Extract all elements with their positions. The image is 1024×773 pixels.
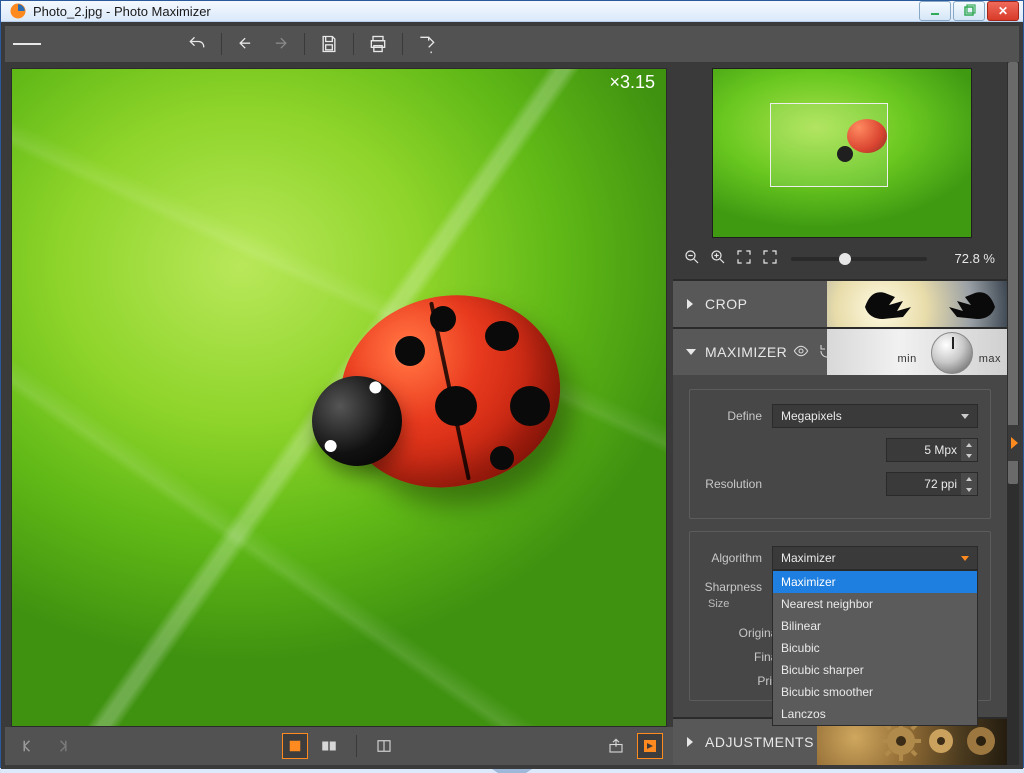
visibility-icon[interactable] [820,733,836,752]
maximizer-dial[interactable] [931,332,973,374]
crop-hand-right-icon [937,287,997,321]
side-expand-tab[interactable] [1008,425,1020,461]
algo-option-bicubic[interactable]: Bicubic [773,637,977,659]
titlebar[interactable]: Photo_2.jpg - Photo Maximizer ✕ [1,1,1023,22]
zoom-slider[interactable] [791,257,927,261]
algo-option-bilinear[interactable]: Bilinear [773,615,977,637]
section-crop-title: CROP [705,296,747,312]
photo [11,68,667,727]
algo-option-bicubic-smoother[interactable]: Bicubic smoother [773,681,977,703]
split-view-button[interactable] [371,733,397,759]
resize-grip[interactable] [1,769,1023,773]
reset-icon[interactable] [819,343,835,362]
print-button[interactable] [364,30,392,58]
gear-icon [921,721,961,761]
gear-icon [961,721,1001,761]
visibility-icon[interactable] [793,343,809,362]
size-label: Size [708,598,729,610]
section-crop-header[interactable]: CROP [673,281,1007,327]
algo-option-bicubic-sharper[interactable]: Bicubic sharper [773,659,977,681]
max-label: max [979,353,1001,365]
algorithm-label: Algorithm [702,551,772,565]
chevron-right-icon [687,737,693,747]
navigator-preview[interactable] [673,62,1007,238]
navigator-selection[interactable] [770,103,889,187]
algo-option-nearest[interactable]: Nearest neighbor [773,593,977,615]
side-scrollbar[interactable] [1007,62,1019,765]
algorithm-select[interactable]: Maximizer [772,546,978,570]
zoom-factor-label: ×3.15 [609,72,655,93]
megapixels-field[interactable]: 5 Mpx [886,438,978,462]
chevron-down-icon [686,349,696,355]
chevron-right-icon [1011,437,1018,449]
redo-step-button[interactable] [266,30,294,58]
window-title: Photo_2.jpg - Photo Maximizer [33,4,211,19]
chevron-right-icon [687,299,693,309]
resolution-field[interactable]: 72 ppi [886,472,978,496]
algo-option-maximizer[interactable]: Maximizer [773,571,977,593]
zoom-percent-label: 72.8 % [939,251,995,266]
section-maximizer-header[interactable]: MAXIMIZER min max [673,329,1007,375]
maximize-button[interactable] [953,1,985,21]
toolbar [5,26,1019,62]
undo-button[interactable] [183,30,211,58]
share-button[interactable] [413,30,441,58]
sharpness-label: Sharpness [702,580,772,594]
minimize-button[interactable] [919,1,951,21]
algo-option-lanczos[interactable]: Lanczos [773,703,977,725]
apply-button[interactable] [637,733,663,759]
zoom-out-icon[interactable] [683,248,701,269]
save-button[interactable] [315,30,343,58]
section-maximizer-title: MAXIMIZER [705,344,787,360]
define-select[interactable]: Megapixels [772,404,978,428]
zoom-in-icon[interactable] [709,248,727,269]
min-label: min [897,353,916,365]
menu-button[interactable] [13,30,41,58]
algorithm-dropdown[interactable]: Maximizer Nearest neighbor Bilinear Bicu… [772,570,978,726]
crop-hand-left-icon [863,287,923,321]
prev-image-button[interactable] [15,733,41,759]
fit-screen-icon[interactable] [735,248,753,269]
actual-size-icon[interactable] [761,248,779,269]
close-button[interactable]: ✕ [987,1,1019,21]
gear-icon [881,721,921,761]
bottom-toolbar [5,727,673,765]
next-image-button[interactable] [49,733,75,759]
section-adjustments-title: ADJUSTMENTS [705,734,814,750]
compare-view-button[interactable] [316,733,342,759]
define-label: Define [702,409,772,423]
app-icon [9,2,27,20]
undo-step-button[interactable] [232,30,260,58]
canvas-area[interactable]: ×3.15 [5,62,673,727]
export-button[interactable] [603,733,629,759]
resolution-label: Resolution [702,477,772,491]
single-view-button[interactable] [282,733,308,759]
